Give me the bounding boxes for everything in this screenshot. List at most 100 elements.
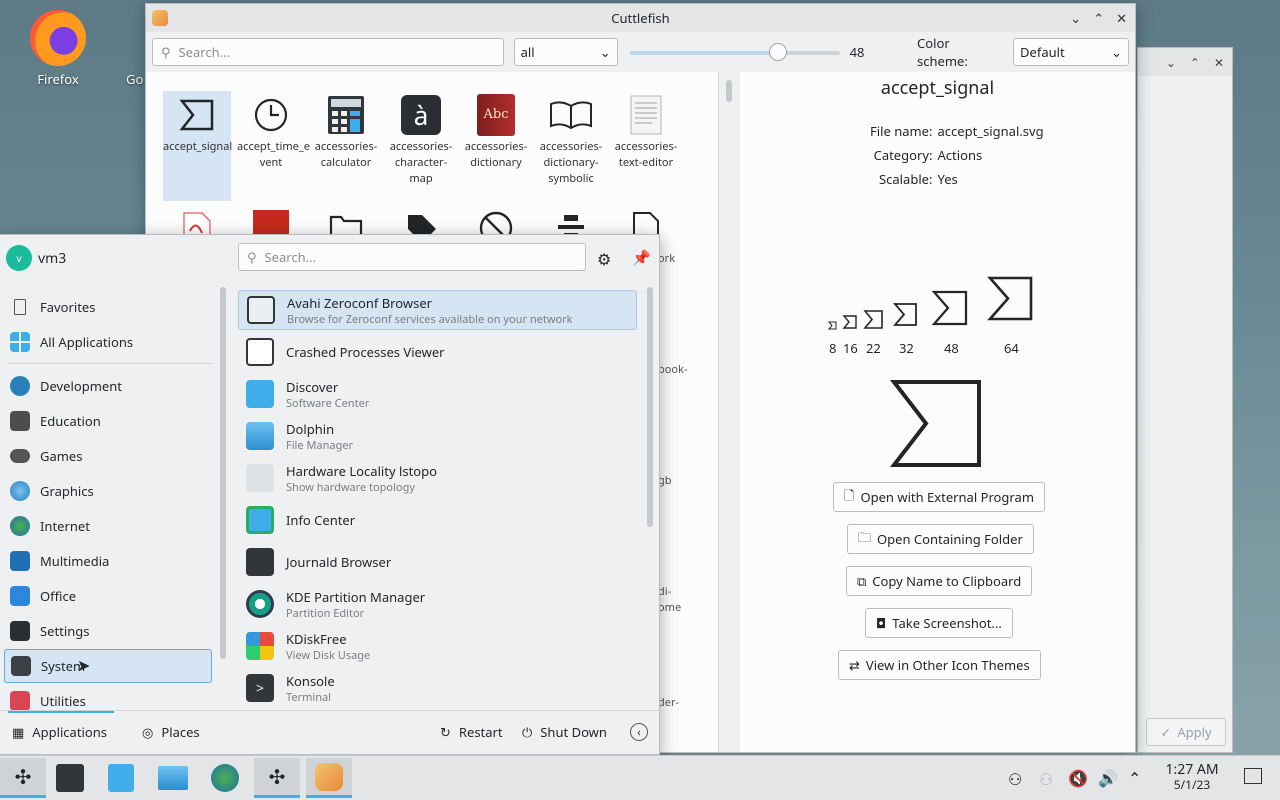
apply-button[interactable]: ✓ Apply	[1146, 718, 1226, 746]
chevron-down-icon[interactable]: ⌄	[1166, 54, 1176, 71]
icon-grid-scrollbar[interactable]	[726, 80, 732, 102]
category-favorites[interactable]: Favorites	[4, 290, 212, 324]
taskbar-system-settings[interactable]	[47, 758, 93, 798]
avatar[interactable]: v	[6, 245, 32, 271]
category-label: Graphics	[40, 482, 94, 500]
taskbar-discover[interactable]	[98, 758, 144, 798]
accept-signal-icon	[175, 93, 219, 137]
category-internet[interactable]: Internet	[4, 509, 212, 543]
icon-cell-text-editor[interactable]: accessories- text-editor	[612, 91, 680, 171]
icon-label: accessories- character- map	[389, 139, 453, 186]
app-discover[interactable]: Discover Software Center	[238, 374, 637, 414]
chevron-up-icon[interactable]: ⌃	[1190, 54, 1200, 71]
shutdown-button[interactable]: ⏻ Shut Down	[522, 723, 607, 741]
app-list-scrollbar[interactable]	[647, 287, 653, 527]
copy-name-button[interactable]: ⧉ Copy Name to Clipboard	[846, 566, 1033, 596]
show-desktop-icon[interactable]	[1244, 768, 1262, 784]
category-graphics[interactable]: Graphics	[4, 474, 212, 508]
icon-label: accept_signal	[163, 139, 233, 154]
category-settings[interactable]: Settings	[4, 614, 212, 648]
icon-cell-dictionary-symbolic[interactable]: accessories- dictionary- symbolic	[537, 91, 605, 187]
category-system[interactable]: System ➤	[4, 649, 212, 683]
category-value: Actions	[937, 146, 983, 164]
restart-icon: ↻	[440, 723, 451, 741]
category-filter-select[interactable]: all ⌄	[513, 38, 618, 66]
slider-handle[interactable]	[769, 43, 788, 61]
category-label: Internet	[40, 517, 90, 535]
scalable-value: Yes	[937, 170, 958, 188]
restart-button[interactable]: ↻ Restart	[440, 723, 503, 741]
app-avahi-zeroconf-browser[interactable]: Avahi Zeroconf Browser Browse for Zerocon…	[238, 290, 637, 330]
app-kde-partition-manager[interactable]: KDE Partition Manager Partition Editor	[238, 584, 637, 624]
globe-icon	[10, 516, 30, 536]
app-name: KDE Partition Manager	[286, 587, 426, 606]
chevron-up-icon[interactable]: ⌃	[1128, 767, 1141, 789]
icon-cell-accept-time-event[interactable]: accept_time_e vent	[237, 91, 310, 171]
category-multimedia[interactable]: Multimedia	[4, 544, 212, 578]
color-scheme-select[interactable]: Default ⌄	[1013, 38, 1129, 66]
places-tab[interactable]: ◎ Places	[142, 723, 200, 741]
network-icon	[247, 296, 275, 324]
app-journald-browser[interactable]: Journald Browser	[238, 542, 637, 582]
user-switch-icon[interactable]: ⚇	[1008, 768, 1022, 790]
taskbar-browser[interactable]	[202, 758, 248, 798]
camera-icon: ◘	[876, 614, 887, 632]
taskbar-cuttlefish[interactable]	[306, 758, 352, 798]
category-development[interactable]: Development	[4, 369, 212, 403]
category-education[interactable]: Education	[4, 404, 212, 438]
taskbar: ✣ ✣ ⚇ ⚇ 🔇 🔊 ⌃ 1:27 AM 5/1/23	[0, 755, 1280, 800]
terminal-icon: >	[246, 674, 274, 702]
category-office[interactable]: Office	[4, 579, 212, 613]
app-info-center[interactable]: Info Center	[238, 500, 637, 540]
app-dolphin[interactable]: Dolphin File Manager	[238, 416, 637, 456]
category-label: Games	[40, 447, 83, 465]
category-all-applications[interactable]: All Applications	[4, 325, 212, 359]
icon-search-input[interactable]: ⚲ Search...	[152, 38, 504, 66]
clock[interactable]: 1:27 AM 5/1/23	[1152, 762, 1232, 792]
icon-size-slider[interactable]	[629, 42, 840, 62]
app-konsole[interactable]: > Konsole Terminal	[238, 668, 637, 708]
divider	[8, 363, 212, 364]
icon-cell-calculator[interactable]: accessories- calculator	[312, 91, 380, 171]
launcher-search-input[interactable]: ⚲ Search...	[238, 243, 586, 271]
chevron-left-icon: ‹	[630, 723, 648, 741]
icon-label: ork	[658, 251, 676, 266]
window-titlebar[interactable]: Cuttlefish ⌄ ⌃ ✕	[146, 4, 1135, 32]
button-label: Copy Name to Clipboard	[872, 572, 1022, 590]
close-icon[interactable]: ✕	[1116, 9, 1127, 27]
category-scrollbar[interactable]	[220, 287, 226, 659]
grid-icon: ▦	[12, 723, 25, 741]
volume-icon[interactable]: 🔊	[1098, 767, 1118, 789]
maximize-icon[interactable]: ⌃	[1093, 9, 1104, 27]
utilities-icon	[10, 691, 30, 711]
desktop-icon-firefox[interactable]: Firefox	[18, 10, 98, 88]
audio-muted-icon[interactable]: 🔇	[1068, 767, 1088, 789]
calculator-icon	[324, 93, 368, 137]
icon-cell-character-map[interactable]: à accessories- character- map	[387, 91, 455, 187]
desktop-icon-go[interactable]: Go	[100, 10, 150, 88]
open-containing-folder-button[interactable]: 🗀 Open Containing Folder	[847, 524, 1034, 554]
app-kdiskfree[interactable]: KDiskFree View Disk Usage	[238, 626, 637, 666]
background-window[interactable]: ⌄ ⌃ ✕ ✓ Apply	[1137, 47, 1233, 753]
icon-cell-accept-signal[interactable]: accept_signal	[163, 91, 233, 201]
icon-cell-dictionary[interactable]: Abc accessories- dictionary	[462, 91, 530, 171]
pin-icon[interactable]: 📌	[632, 248, 651, 268]
app-hardware-locality-lstopo[interactable]: Hardware Locality lstopo Show hardware to…	[238, 458, 637, 498]
open-external-program-button[interactable]: 🗋 Open with External Program	[833, 482, 1045, 512]
taskbar-dolphin[interactable]	[150, 758, 196, 798]
minimize-icon[interactable]: ⌄	[1070, 9, 1081, 27]
applications-tab[interactable]: ▦ Applications	[12, 723, 107, 741]
taskbar-kde-connect[interactable]: ✣	[254, 758, 300, 798]
size-label: 8	[829, 339, 837, 357]
configure-icon[interactable]: ⚙	[597, 248, 611, 270]
view-other-themes-button[interactable]: ⇄ View in Other Icon Themes	[838, 650, 1041, 680]
app-name: Konsole	[286, 671, 335, 690]
category-label: Development	[40, 377, 122, 395]
launcher-button[interactable]: ✣	[0, 758, 46, 798]
take-screenshot-button[interactable]: ◘ Take Screenshot...	[865, 608, 1013, 638]
leave-options-button[interactable]: ‹	[630, 723, 648, 741]
close-icon[interactable]: ✕	[1214, 54, 1224, 71]
app-crashed-processes-viewer[interactable]: Crashed Processes Viewer	[238, 332, 637, 372]
category-games[interactable]: Games	[4, 439, 212, 473]
network-disconnected-icon[interactable]: ⚇	[1039, 768, 1053, 790]
